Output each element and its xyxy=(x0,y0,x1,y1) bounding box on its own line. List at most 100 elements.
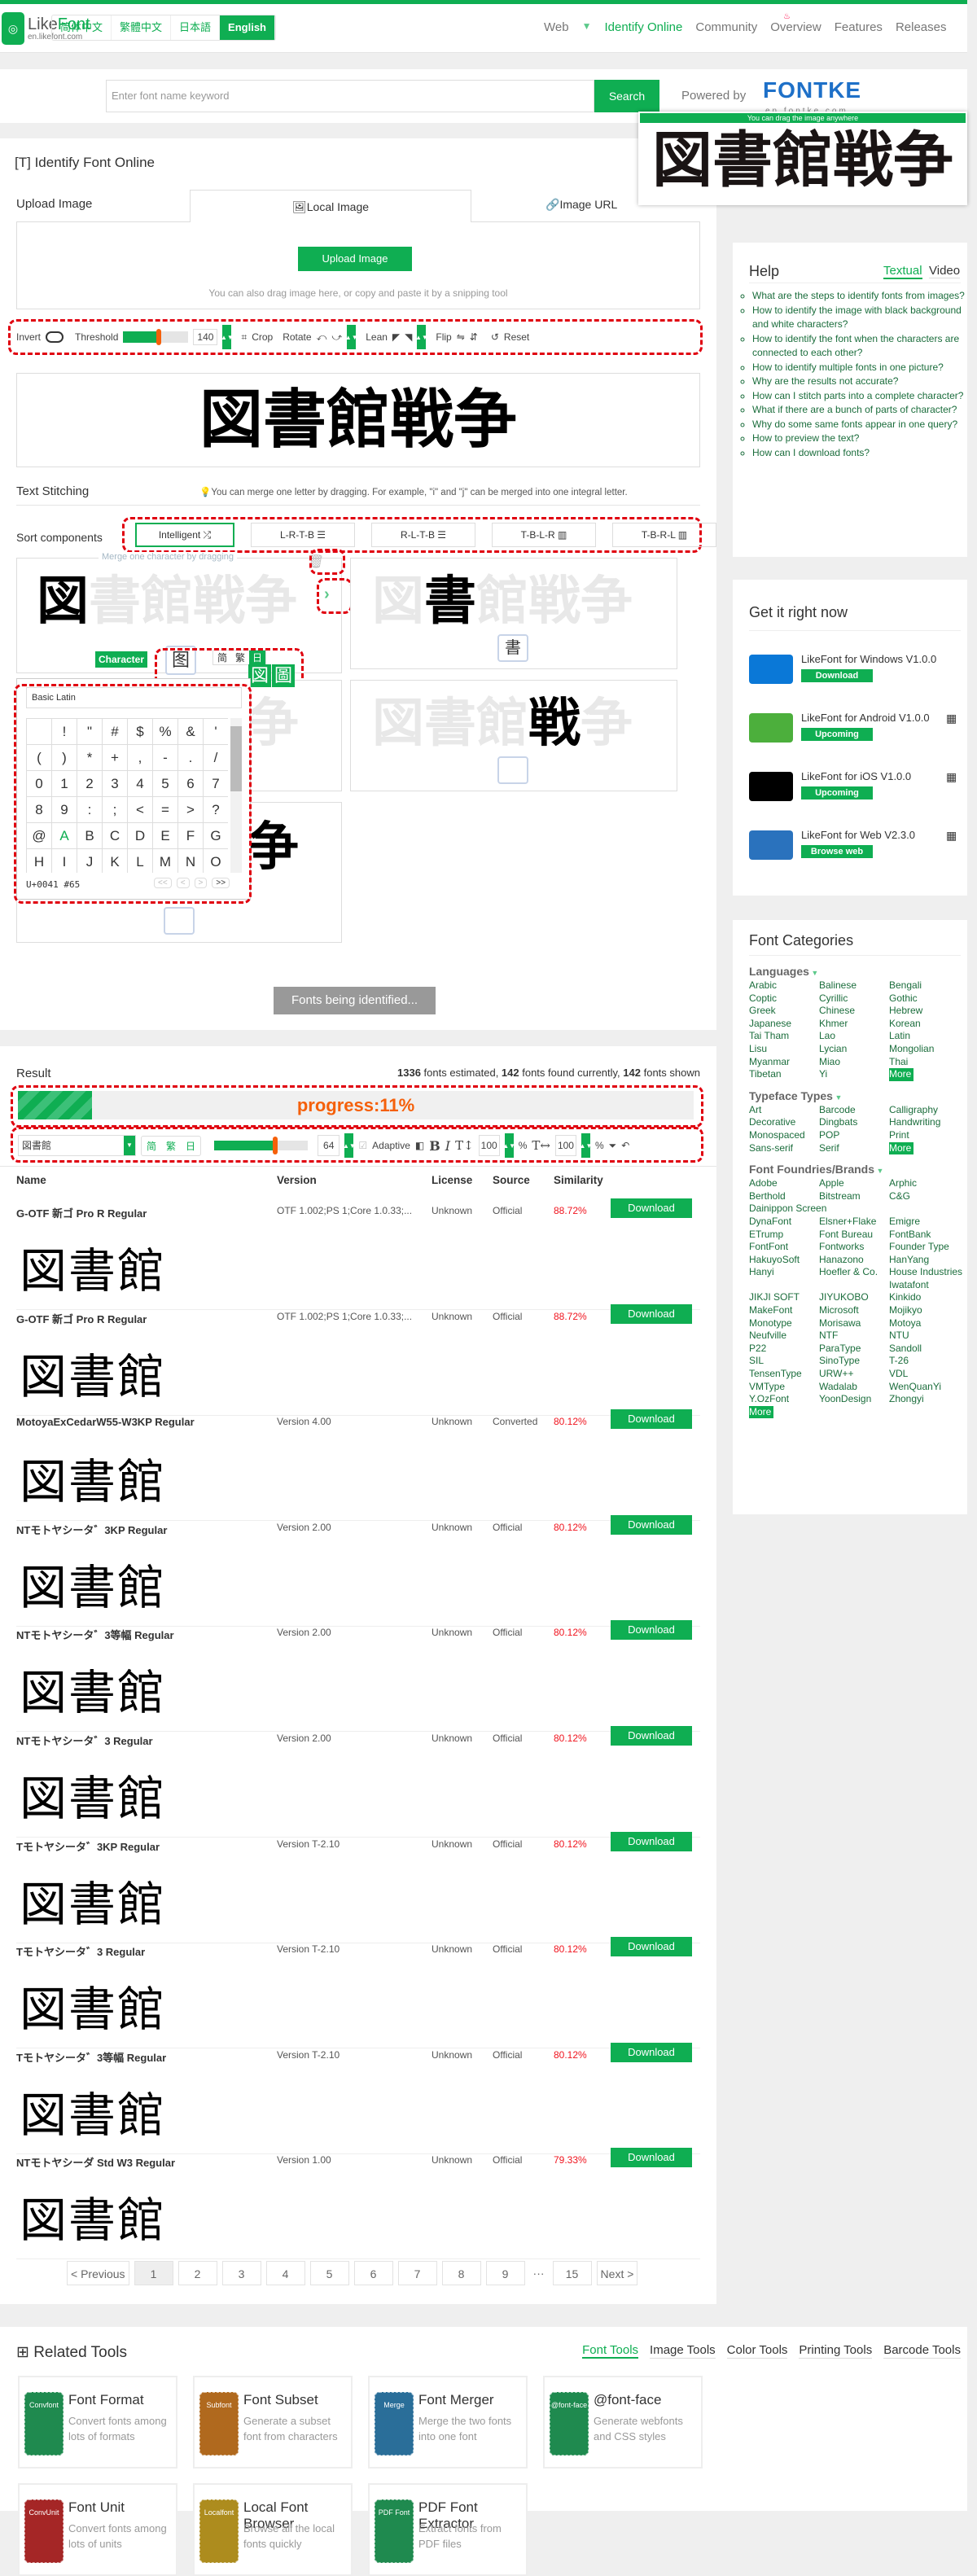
category-link[interactable]: C&G xyxy=(889,1190,959,1203)
font-name[interactable]: Tモトヤシータ゛3 Regular xyxy=(16,1943,145,1959)
col-version[interactable]: Version xyxy=(277,1174,317,1186)
font-name[interactable]: NTモトヤシータ゛3 Regular xyxy=(16,1733,153,1748)
font-search-input[interactable]: Enter font name keyword xyxy=(106,80,594,112)
category-link[interactable]: POP xyxy=(819,1129,889,1142)
adaptive-label[interactable]: Adaptive xyxy=(372,1140,410,1151)
download-button[interactable]: Download xyxy=(611,1303,692,1324)
category-link[interactable]: Founder Type xyxy=(889,1241,959,1254)
category-link[interactable]: VMType xyxy=(749,1381,819,1394)
category-link[interactable]: NTU xyxy=(889,1330,959,1343)
rotate-stepper[interactable]: ▲▼ xyxy=(345,325,358,349)
upload-dropzone[interactable]: Upload Image You can also drag image her… xyxy=(16,221,700,309)
category-link[interactable]: Print xyxy=(889,1129,959,1142)
category-link[interactable]: T-26 xyxy=(889,1355,959,1368)
filter-icon[interactable]: ⏷ xyxy=(609,1140,617,1152)
invert-toggle[interactable] xyxy=(46,331,64,343)
line-height-input[interactable]: 100 xyxy=(478,1135,500,1156)
related-tool-card[interactable]: Subfont Font Subset Generate a subset font… xyxy=(193,2376,353,2469)
category-link[interactable]: Dainippon Screen xyxy=(749,1203,826,1216)
category-link[interactable]: Calligraphy xyxy=(889,1104,959,1117)
color-icon[interactable]: ◧ xyxy=(415,1140,424,1151)
alt-glyph[interactable]: 図 xyxy=(248,664,271,687)
more-link[interactable]: More xyxy=(889,1141,913,1155)
script-simplified[interactable]: 简 xyxy=(142,1137,161,1155)
category-group-title[interactable]: Font Foundries/Brands ▼ xyxy=(749,1163,969,1176)
nav-overview[interactable]: Overview xyxy=(770,20,821,34)
expand-arrow-icon[interactable]: ▼ xyxy=(833,1093,842,1102)
app-button[interactable]: Upcoming xyxy=(801,786,873,800)
related-tab[interactable]: Font Tools xyxy=(582,2343,639,2359)
component-card-2[interactable]: 図書館戦争 書 xyxy=(350,558,677,669)
font-size-handle[interactable] xyxy=(272,1137,278,1154)
download-button[interactable]: Download xyxy=(611,1937,692,1957)
category-link[interactable]: SinoType xyxy=(819,1355,889,1368)
category-link[interactable]: Tibetan xyxy=(749,1068,819,1081)
font-size-stepper[interactable]: ▲▼ xyxy=(343,1133,356,1158)
rotate-left-icon[interactable]: ⤺ xyxy=(317,331,327,344)
crop-icon[interactable]: ⌗ xyxy=(241,331,247,344)
category-link[interactable]: Cyrillic xyxy=(819,992,889,1005)
category-link[interactable]: HakuyoSoft xyxy=(749,1254,819,1267)
page-button[interactable]: 1 xyxy=(134,2261,173,2285)
nav-releases[interactable]: Releases xyxy=(896,20,947,34)
lang-zh-hant[interactable]: 繁體中文 xyxy=(112,15,172,40)
bold-icon[interactable]: B xyxy=(429,1138,440,1154)
font-name[interactable]: Tモトヤシータ゛3等幅 Regular xyxy=(16,2049,166,2065)
help-link[interactable]: How to identify the image with black bac… xyxy=(752,304,965,332)
fontke-logo[interactable]: FONTKE xyxy=(763,77,861,103)
rotate-right-icon[interactable]: ⤻ xyxy=(331,331,342,344)
category-link[interactable]: Lisu xyxy=(749,1043,819,1056)
font-name[interactable]: MotoyaExCedarW55-W3KP Regular xyxy=(16,1416,195,1428)
threshold-handle[interactable] xyxy=(156,329,162,345)
help-link[interactable]: Why are the results not accurate? xyxy=(752,375,965,389)
search-button[interactable]: Search xyxy=(594,80,659,112)
category-link[interactable]: MakeFont xyxy=(749,1304,819,1317)
category-link[interactable]: Sandoll xyxy=(889,1343,959,1356)
flip-horizontal-icon[interactable]: ⇋ xyxy=(457,331,465,343)
category-link[interactable]: Elsner+Flake xyxy=(819,1216,889,1229)
threshold-stepper[interactable]: ▲▼ xyxy=(221,325,234,349)
sort-lrtb[interactable]: L-R-T-B ☰ xyxy=(251,523,355,547)
category-link[interactable]: Iwatafont xyxy=(889,1279,959,1292)
related-tool-card[interactable]: @font-face @font-face Generate webfonts an… xyxy=(543,2376,703,2469)
category-link[interactable]: Monospaced xyxy=(749,1129,819,1142)
category-link[interactable]: DynaFont xyxy=(749,1216,819,1229)
lang-zh-hans[interactable]: 简体中文 xyxy=(52,15,112,40)
category-link[interactable]: Bitstream xyxy=(819,1190,889,1203)
category-link[interactable]: House Industries xyxy=(889,1266,962,1279)
category-link[interactable]: Japanese xyxy=(749,1018,819,1031)
page-button[interactable]: 3 xyxy=(221,2261,261,2285)
col-license[interactable]: License xyxy=(432,1174,472,1186)
tab-image-url[interactable]: 🔗Image URL xyxy=(545,198,617,212)
category-link[interactable]: Sans-serif xyxy=(749,1142,819,1155)
help-link[interactable]: How to preview the text? xyxy=(752,432,965,446)
lean-right-icon[interactable]: ◥ xyxy=(405,331,412,343)
category-link[interactable]: Kinkido xyxy=(889,1291,959,1304)
related-tab[interactable]: Barcode Tools xyxy=(883,2343,961,2359)
help-link[interactable]: What if there are a bunch of parts of ch… xyxy=(752,403,965,418)
sort-rltb[interactable]: R-L-T-B ☰ xyxy=(371,523,475,547)
page-button[interactable]: 6 xyxy=(353,2261,393,2285)
category-link[interactable]: Greek xyxy=(749,1005,819,1018)
related-tool-card[interactable]: Localfont Local Font Browser Browse all th… xyxy=(193,2483,353,2576)
category-link[interactable]: TensenType xyxy=(749,1368,819,1381)
download-button[interactable]: Download xyxy=(611,1409,692,1430)
category-link[interactable]: FontBank xyxy=(889,1229,959,1242)
candidate-char-empty[interactable] xyxy=(497,756,528,784)
sort-tblr[interactable]: T-B-L-R ▥ xyxy=(492,523,596,547)
lean-left-icon[interactable]: ◤ xyxy=(392,331,400,343)
help-link[interactable]: How to identify multiple fonts in one pi… xyxy=(752,361,965,375)
sort-tbrl[interactable]: T-B-R-L ▥ xyxy=(612,523,716,547)
page-button[interactable]: < Previous xyxy=(67,2261,129,2285)
category-link[interactable]: Barcode xyxy=(819,1104,889,1117)
reset-button[interactable]: Reset xyxy=(504,331,529,343)
help-link[interactable]: How can I stitch parts into a complete c… xyxy=(752,389,965,404)
category-link[interactable]: Berthold xyxy=(749,1190,819,1203)
download-button[interactable]: Download xyxy=(611,1514,692,1535)
category-link[interactable]: Miao xyxy=(819,1056,889,1069)
draggable-image-preview[interactable]: You can drag the image anywhere 図書館戦争 xyxy=(638,112,967,205)
crop-button[interactable]: Crop xyxy=(252,331,273,343)
help-link[interactable]: How to identify the font when the charac… xyxy=(752,332,965,361)
help-tab-textual[interactable]: Textual xyxy=(883,264,922,279)
category-link[interactable]: Microsoft xyxy=(819,1304,889,1317)
